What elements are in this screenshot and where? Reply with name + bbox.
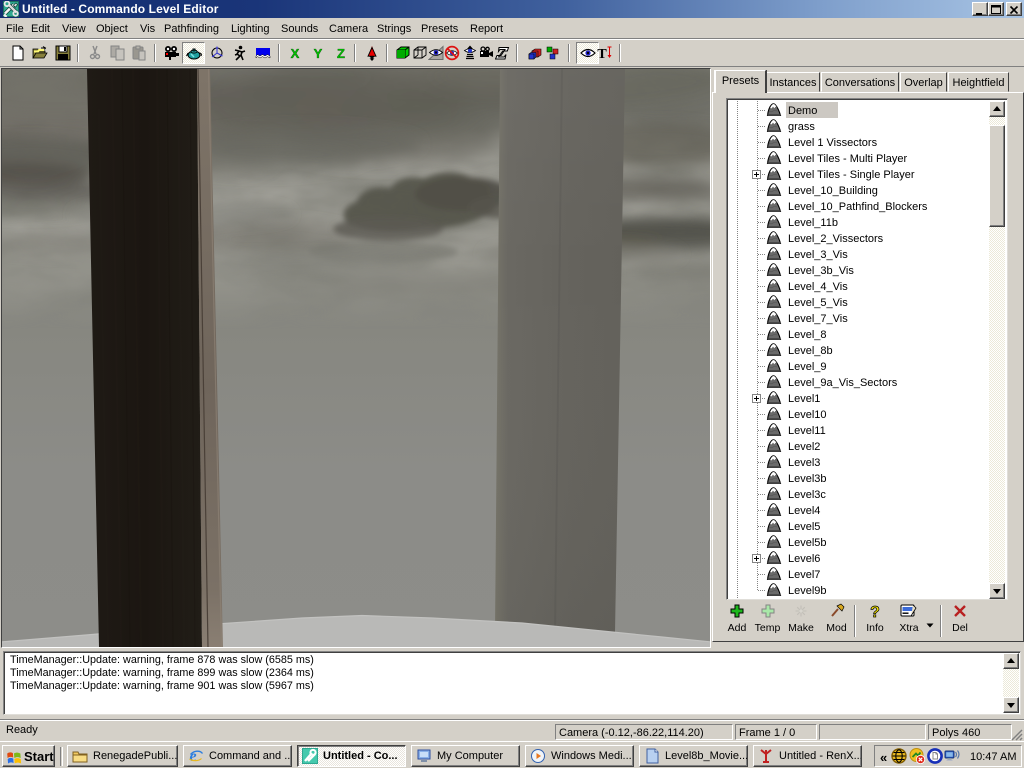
- svg-text:Z: Z: [337, 46, 345, 61]
- svg-text:?: ?: [870, 604, 880, 619]
- svg-text:e: e: [190, 748, 197, 764]
- svg-text:T: T: [597, 47, 607, 61]
- svg-text:X: X: [291, 46, 300, 61]
- svg-text:Y: Y: [314, 46, 323, 61]
